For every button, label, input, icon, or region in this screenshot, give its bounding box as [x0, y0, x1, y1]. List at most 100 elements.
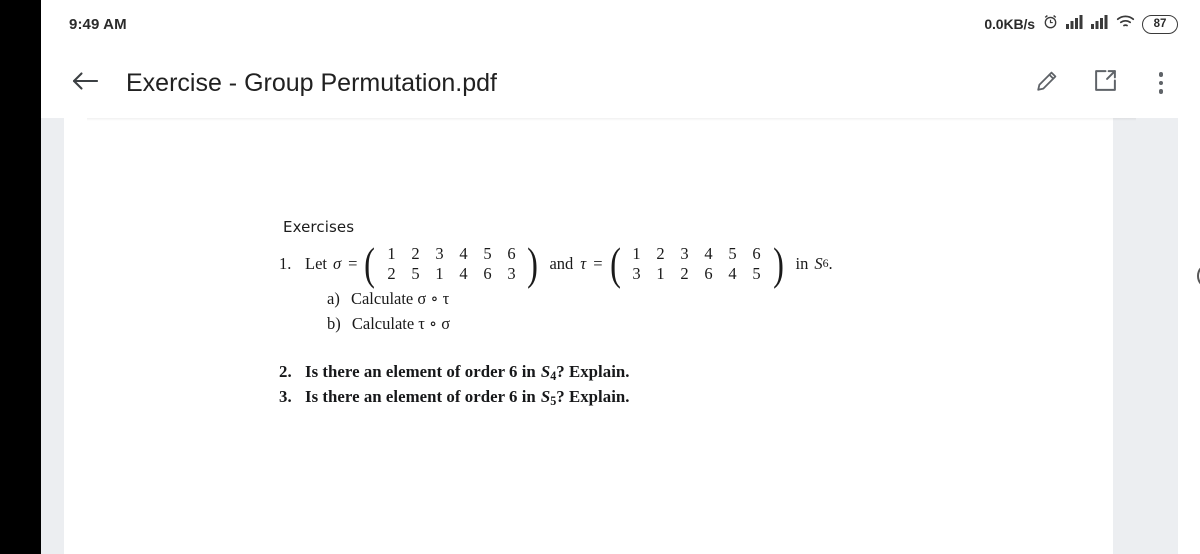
exercise-1-statement: 1. Let σ = ( 1 2 3 4 5 6 2 5 1 4 6 3) a…: [279, 238, 1019, 289]
exercise-2-text: Is there an element of order 6 in S4? Exp…: [305, 362, 630, 384]
paren-close: ): [527, 238, 539, 289]
matrix-cell: 1: [435, 264, 444, 284]
tau-matrix-top-row: 1 2 3 4 5 6: [625, 244, 769, 263]
menu-dot: [1158, 72, 1164, 77]
sigma-matrix-top-row: 1 2 3 4 5 6: [379, 244, 523, 263]
matrix-cell: 5: [728, 244, 737, 263]
matrix-cell: 3: [507, 264, 516, 284]
matrix-cell: 2: [411, 244, 420, 263]
menu-dot: [1158, 89, 1164, 94]
paren-open: (: [364, 238, 376, 289]
home-circle-icon: [1196, 263, 1200, 289]
signal-bars-icon: [1091, 14, 1109, 34]
matrix-cell: 2: [656, 244, 665, 263]
device-screenshot: 9:49 AM 0.0KB/s 87 Exercise - Group Perm…: [0, 0, 1200, 554]
matrix-cell: 3: [435, 244, 444, 263]
group-symbol: S: [814, 253, 823, 273]
exercise-2: 2. Is there an element of order 6 in S4? …: [279, 362, 1019, 384]
nav-back-button[interactable]: [1178, 140, 1200, 196]
signal-bars-icon: [1066, 14, 1084, 34]
matrix-cell: 4: [459, 264, 468, 284]
document-title: Exercise - Group Permutation.pdf: [126, 68, 497, 97]
part-a-text: Calculate σ ∘ τ: [350, 288, 450, 308]
sigma-matrix-bottom-row: 2 5 1 4 6 3: [379, 264, 523, 283]
exercise-list-2-3: 2. Is there an element of order 6 in S4? …: [279, 362, 1019, 409]
group-symbol: S: [540, 386, 551, 406]
matrix-cell: 1: [387, 244, 396, 263]
overflow-menu-button[interactable]: [1148, 68, 1174, 98]
matrix-cell: 4: [459, 244, 468, 263]
exercise-1-lead: Let: [305, 253, 327, 273]
page-top-edge: [87, 118, 1136, 121]
android-navigation-bar: [1178, 118, 1200, 554]
matrix-cell: 2: [387, 264, 396, 284]
exercise-3-number: 3.: [279, 386, 292, 406]
paren-open: (: [609, 238, 621, 289]
menu-dot: [1158, 80, 1164, 86]
exercise-3-text-before: Is there an element of order 6 in: [305, 386, 536, 406]
paren-close: ): [772, 238, 784, 289]
sigma-matrix: ( 1 2 3 4 5 6 2 5 1 4 6 3): [362, 238, 540, 289]
app-bar: Exercise - Group Permutation.pdf: [41, 48, 1200, 118]
back-button[interactable]: [65, 63, 105, 103]
matrix-cell: 5: [752, 264, 761, 284]
edit-button[interactable]: [1032, 68, 1062, 98]
exercise-1: 1. Let σ = ( 1 2 3 4 5 6 2 5 1 4 6 3) a…: [279, 238, 1019, 334]
matrix-cell: 6: [483, 264, 492, 284]
tau-matrix-bottom-row: 3 1 2 6 4 5: [625, 264, 769, 283]
app-bar-actions: [1032, 68, 1174, 98]
phone-screen: 9:49 AM 0.0KB/s 87 Exercise - Group Perm…: [41, 0, 1200, 554]
matrix-cell: 6: [507, 244, 516, 263]
open-external-icon: [1093, 68, 1118, 98]
matrix-cell: 3: [632, 264, 641, 284]
status-icons: 0.0KB/s 87: [984, 13, 1178, 35]
battery-indicator: 87: [1142, 14, 1178, 34]
edit-pencil-icon: [1035, 69, 1059, 98]
pdf-viewer[interactable]: Exercises 1. Let σ = (1 2 3 4 5 6 2 5 1…: [41, 118, 1200, 554]
exercise-2-text-before: Is there an element of order 6 in: [305, 361, 536, 381]
wifi-icon: [1116, 14, 1135, 34]
matrix-cell: 4: [728, 264, 737, 284]
status-bar: 9:49 AM 0.0KB/s 87: [41, 0, 1200, 48]
alarm-clock-icon: [1042, 13, 1059, 35]
network-speed-label: 0.0KB/s: [984, 16, 1035, 32]
exercise-2-number: 2.: [279, 361, 292, 381]
open-external-button[interactable]: [1090, 68, 1120, 98]
sigma-symbol: σ: [333, 253, 342, 273]
period: .: [828, 253, 833, 273]
matrix-cell: 5: [483, 244, 492, 263]
group-symbol: S: [540, 361, 551, 381]
part-b-label: b): [327, 313, 341, 333]
exercise-2-text-after: ? Explain.: [556, 361, 630, 381]
matrix-cell: 4: [704, 244, 713, 263]
nav-recents-button[interactable]: [1178, 368, 1200, 424]
conjunction-and: and: [549, 253, 574, 273]
pdf-page-content: Exercises 1. Let σ = (1 2 3 4 5 6 2 5 1…: [279, 218, 1019, 409]
matrix-cell: 6: [704, 264, 713, 284]
exercises-heading: Exercises: [283, 218, 355, 236]
tau-matrix-rows: 1 2 3 4 5 6 3 1 2 6 4 5: [623, 244, 771, 284]
exercise-3-text: Is there an element of order 6 in S5? Exp…: [305, 387, 630, 409]
matrix-cell: 1: [656, 264, 665, 284]
matrix-cell: 6: [752, 244, 761, 263]
matrix-cell: 1: [632, 244, 641, 263]
equals-sign: =: [348, 253, 358, 273]
part-a-label: a): [327, 288, 340, 308]
exercise-3-text-after: ? Explain.: [556, 386, 630, 406]
suffix-in: in: [795, 253, 809, 273]
equals-sign: =: [593, 253, 603, 273]
tau-symbol: τ: [580, 253, 587, 273]
exercise-1-part-a: a) Calculate σ ∘ τ: [327, 289, 1019, 309]
nav-home-button[interactable]: [1178, 248, 1200, 304]
pdf-page: Exercises 1. Let σ = (1 2 3 4 5 6 2 5 1…: [64, 118, 1136, 554]
exercise-1-part-b: b) Calculate τ ∘ σ: [327, 314, 1019, 334]
exercise-3: 3. Is there an element of order 6 in S5? …: [279, 387, 1019, 409]
sigma-matrix-rows: 1 2 3 4 5 6 2 5 1 4 6 3: [377, 244, 525, 284]
exercise-1-number: 1.: [279, 253, 292, 273]
part-b-text: Calculate τ ∘ σ: [351, 313, 451, 333]
matrix-cell: 3: [680, 244, 689, 263]
tau-matrix: ( 1 2 3 4 5 6 3 1 2 6 4 5): [608, 238, 786, 289]
back-arrow-icon: [72, 70, 99, 97]
matrix-cell: 5: [411, 264, 420, 284]
matrix-cell: 2: [680, 264, 689, 284]
